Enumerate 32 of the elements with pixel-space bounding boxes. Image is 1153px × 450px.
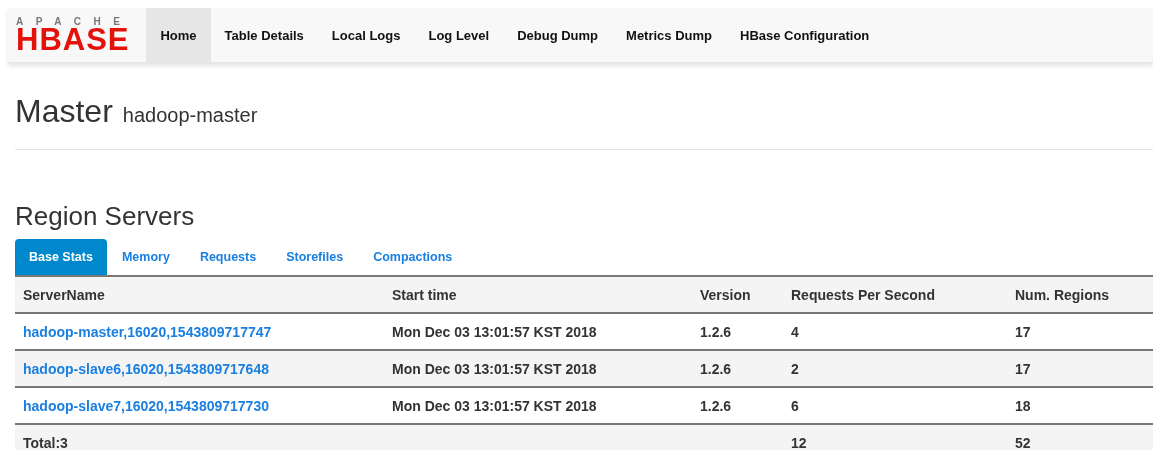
column-header: Version: [692, 276, 783, 313]
nav-link[interactable]: HBase Configuration: [726, 8, 884, 62]
column-header: Start time: [384, 276, 692, 313]
tab[interactable]: Storefiles: [271, 239, 359, 275]
table-cell: Mon Dec 03 13:01:57 KST 2018: [384, 350, 692, 387]
tab[interactable]: Requests: [184, 239, 272, 275]
table-cell: 1.2.6: [692, 350, 783, 387]
column-header: Requests Per Second: [783, 276, 1007, 313]
page-title: Master: [15, 93, 113, 130]
nav-link[interactable]: Log Level: [414, 8, 504, 62]
nav-link[interactable]: Home: [146, 8, 211, 62]
section-title: Region Servers: [15, 201, 196, 231]
column-header: ServerName: [15, 276, 384, 313]
nav-link[interactable]: Local Logs: [317, 8, 415, 62]
table-cell: 17: [1007, 350, 1153, 387]
table-cell: 2: [783, 350, 1007, 387]
table-cell: 52: [1007, 424, 1153, 450]
nav-link[interactable]: Debug Dump: [503, 8, 613, 62]
server-link[interactable]: hadoop-master,16020,1543809717747: [23, 323, 272, 340]
total-label: Total:3: [15, 424, 384, 450]
tab[interactable]: Memory: [106, 239, 185, 275]
server-link[interactable]: hadoop-slave7,16020,1543809717730: [23, 397, 269, 414]
logo-wordmark: HBASE: [16, 27, 131, 53]
nav-link[interactable]: Metrics Dump: [612, 8, 726, 62]
table-cell: 12: [783, 424, 1007, 450]
tab[interactable]: Compactions: [358, 239, 468, 275]
nav-link[interactable]: Table Details: [210, 8, 318, 62]
tab[interactable]: Base Stats: [15, 239, 107, 275]
page-subtitle: hadoop-master: [122, 104, 258, 127]
column-header: Num. Regions: [1007, 276, 1153, 313]
logo-wordmark-small: APACHE: [16, 17, 133, 27]
server-link[interactable]: hadoop-slave6,16020,1543809717648: [23, 360, 269, 377]
